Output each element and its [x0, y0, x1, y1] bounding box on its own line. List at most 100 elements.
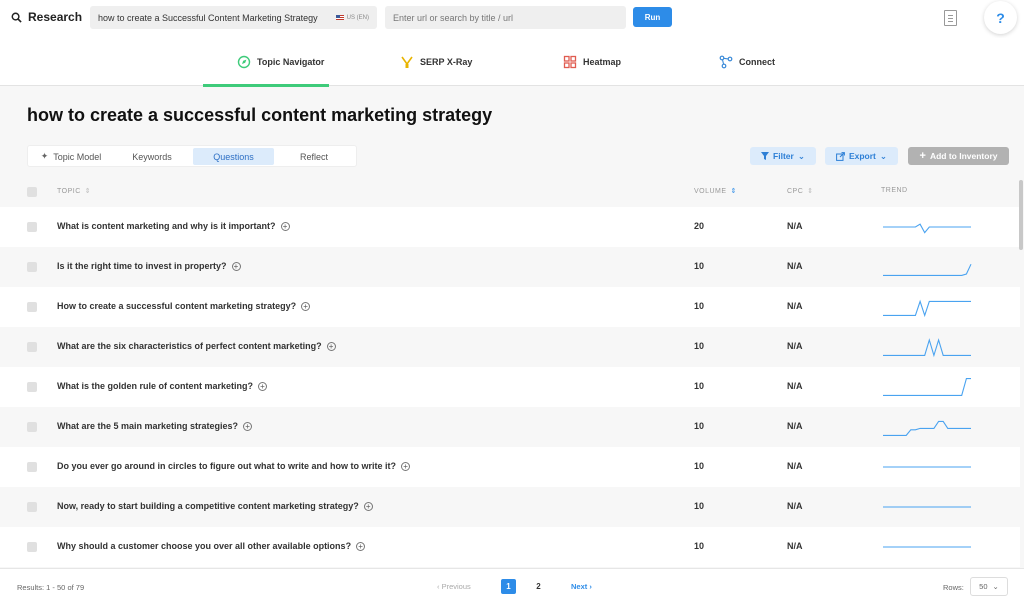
chevron-down-icon: ⌄	[992, 582, 999, 591]
question-text: What is the golden rule of content marke…	[57, 381, 254, 391]
export-icon	[836, 151, 845, 161]
research-brand[interactable]: Research	[11, 10, 82, 24]
row-checkbox[interactable]	[27, 542, 37, 552]
tab-label: Heatmap	[583, 57, 622, 67]
rows-label: Rows:	[943, 583, 964, 592]
volume-cell: 20	[694, 221, 705, 231]
topic-column-header[interactable]: TOPIC ⇕	[57, 187, 92, 196]
row-checkbox[interactable]	[27, 222, 37, 232]
question-cell[interactable]: What is content marketing and why is it …	[57, 221, 290, 231]
question-cell[interactable]: Now, ready to start building a competiti…	[57, 501, 373, 511]
trend-line	[883, 263, 972, 276]
next-page-button[interactable]: Next ›	[571, 582, 592, 591]
volume-cell: 10	[694, 301, 705, 311]
query-field[interactable]: how to create a Successful Content Marke…	[90, 6, 377, 29]
question-cell[interactable]: What are the 5 main marketing strategies…	[57, 421, 253, 431]
add-circle-icon[interactable]: +	[280, 221, 290, 231]
page-1-button[interactable]: 1	[501, 579, 516, 594]
add-circle-icon[interactable]: +	[301, 301, 311, 311]
document-icon[interactable]	[944, 10, 957, 26]
volume-cell: 10	[694, 381, 705, 391]
row-checkbox[interactable]	[27, 462, 37, 472]
add-to-inventory-button[interactable]: + Add to Inventory	[908, 147, 1009, 165]
sparkle-icon: ✦	[40, 151, 49, 161]
subtab-questions[interactable]: Questions	[193, 148, 274, 165]
tab-topic-navigator[interactable]: Topic Navigator	[202, 38, 330, 87]
row-checkbox[interactable]	[27, 382, 37, 392]
subtab-keywords[interactable]: Keywords	[116, 148, 188, 165]
sort-desc-icon: ⇕	[730, 188, 737, 195]
table-row[interactable]: What are the 5 main marketing strategies…	[0, 407, 1020, 447]
subtab-reflect[interactable]: Reflect	[276, 148, 352, 165]
sort-icon: ⇕	[807, 188, 814, 195]
question-cell[interactable]: Why should a customer choose you over al…	[57, 541, 366, 551]
table-row[interactable]: What are the six characteristics of perf…	[0, 327, 1020, 367]
trend-sparkline	[883, 223, 971, 234]
filter-label: Filter	[773, 151, 794, 161]
query-text: how to create a Successful Content Marke…	[98, 12, 318, 23]
locale-selector[interactable]: US (EN)	[335, 14, 369, 21]
add-circle-icon[interactable]: +	[363, 501, 373, 511]
app-title: Research	[28, 10, 83, 24]
cpc-cell: N/A	[787, 421, 803, 431]
us-flag-icon	[335, 15, 344, 20]
cpc-cell: N/A	[787, 301, 803, 311]
tab-heatmap[interactable]: Heatmap	[563, 38, 621, 86]
table-row[interactable]: What is content marketing and why is it …	[0, 207, 1020, 247]
trend-line	[883, 420, 971, 436]
trend-line	[883, 223, 971, 234]
trend-sparkline	[883, 378, 971, 396]
table-row[interactable]: Do you ever go around in circles to figu…	[0, 447, 1020, 487]
filter-button[interactable]: Filter ⌄	[750, 147, 816, 165]
select-all-checkbox[interactable]	[27, 187, 37, 197]
question-cell[interactable]: What are the six characteristics of perf…	[57, 341, 336, 351]
export-button[interactable]: Export ⌄	[825, 147, 898, 165]
add-circle-icon[interactable]: +	[326, 341, 336, 351]
add-circle-icon[interactable]: +	[258, 381, 268, 391]
question-cell[interactable]: What is the golden rule of content marke…	[57, 381, 268, 391]
sort-icon: ⇕	[84, 188, 92, 195]
question-cell[interactable]: Is it the right time to invest in proper…	[57, 261, 241, 271]
page-2-button[interactable]: 2	[531, 579, 546, 594]
cpc-cell: N/A	[787, 461, 803, 471]
add-label: Add to Inventory	[929, 151, 998, 161]
help-button[interactable]: ?	[984, 1, 1017, 34]
cpc-column-header[interactable]: CPC ⇕	[787, 187, 814, 196]
add-circle-icon[interactable]: +	[231, 261, 241, 271]
tab-serp-xray[interactable]: SERP X-Ray	[400, 38, 472, 86]
topic-header-label: TOPIC	[57, 187, 81, 195]
volume-cell: 10	[694, 421, 705, 431]
url-search-input[interactable]	[385, 6, 626, 29]
question-text: Do you ever go around in circles to figu…	[57, 461, 397, 471]
volume-cell: 10	[694, 461, 705, 471]
chevron-right-icon: ›	[587, 582, 592, 591]
locale-label: US (EN)	[346, 14, 369, 21]
table-row[interactable]: How to create a successful content marke…	[0, 287, 1020, 327]
subtab-topic-model[interactable]: ✦ Topic Model	[34, 148, 108, 165]
row-checkbox[interactable]	[27, 422, 37, 432]
row-checkbox[interactable]	[27, 302, 37, 312]
scrollbar[interactable]	[1019, 180, 1023, 250]
previous-page-button[interactable]: ‹ Previous	[437, 582, 471, 591]
tab-label: SERP X-Ray	[420, 57, 473, 67]
next-label: Next	[571, 582, 588, 591]
trend-sparkline	[883, 338, 971, 358]
volume-cell: 10	[694, 261, 705, 271]
row-checkbox[interactable]	[27, 262, 37, 272]
add-circle-icon[interactable]: +	[243, 421, 253, 431]
row-checkbox[interactable]	[27, 502, 37, 512]
row-checkbox[interactable]	[27, 342, 37, 352]
add-circle-icon[interactable]: +	[401, 461, 411, 471]
tab-connect[interactable]: Connect	[719, 38, 775, 86]
table-row[interactable]: Is it the right time to invest in proper…	[0, 247, 1020, 287]
add-circle-icon[interactable]: +	[356, 541, 366, 551]
rows-per-page-select[interactable]: 50 ⌄	[970, 577, 1008, 596]
question-cell[interactable]: Do you ever go around in circles to figu…	[57, 461, 411, 471]
table-row[interactable]: Why should a customer choose you over al…	[0, 527, 1020, 567]
question-cell[interactable]: How to create a successful content marke…	[57, 301, 311, 311]
trend-line	[883, 299, 971, 318]
table-row[interactable]: What is the golden rule of content marke…	[0, 367, 1020, 407]
volume-column-header[interactable]: VOLUME ⇕	[694, 187, 737, 196]
run-button[interactable]: Run	[633, 7, 672, 27]
table-row[interactable]: Now, ready to start building a competiti…	[0, 487, 1020, 527]
